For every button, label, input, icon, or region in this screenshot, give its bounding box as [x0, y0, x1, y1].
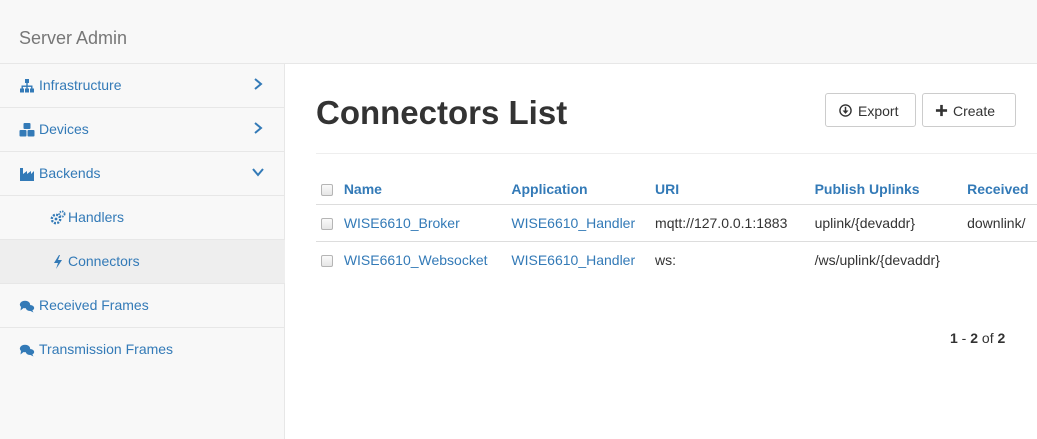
- column-header-name[interactable]: Name: [344, 174, 512, 204]
- sidebar-item-label: Handlers: [68, 209, 125, 225]
- cubes-icon: [19, 123, 35, 137]
- pager-separator: -: [957, 330, 971, 346]
- connectors-table: Name Application URI Publish Uplinks Rec…: [316, 174, 1037, 278]
- sidebar-item-label: Received Frames: [39, 297, 149, 313]
- bolt-icon: [54, 255, 62, 269]
- received-cell: downlink/: [967, 203, 1037, 241]
- uri-cell: ws:: [655, 240, 815, 278]
- row-checkbox[interactable]: [321, 255, 333, 268]
- column-header-application[interactable]: Application: [511, 174, 655, 204]
- row-checkbox[interactable]: [321, 217, 333, 230]
- column-header-uri[interactable]: URI: [655, 174, 815, 204]
- sidebar: Infrastructure Devices Backends Handlers…: [0, 64, 285, 439]
- sidebar-item-infrastructure[interactable]: Infrastructure: [0, 64, 285, 108]
- top-navbar: Server Admin: [0, 0, 1037, 64]
- sidebar-item-label: Backends: [39, 165, 101, 181]
- sidebar-item-transmission-frames[interactable]: Transmission Frames: [0, 328, 285, 372]
- download-circle-icon: [839, 104, 852, 117]
- connector-name-link[interactable]: WISE6610_Broker: [344, 215, 460, 231]
- title-divider: [316, 153, 1037, 154]
- pagination-info: 1 - 2 of 2: [950, 330, 1005, 346]
- cogs-icon: [50, 210, 66, 225]
- publish-uplinks-cell: uplink/{devaddr}: [814, 203, 968, 241]
- chevron-down-icon: [252, 168, 264, 177]
- table-row: WISE6610_Websocket WISE6610_Handler ws: …: [316, 240, 1037, 278]
- sidebar-item-received-frames[interactable]: Received Frames: [0, 284, 285, 328]
- chevron-right-icon: [254, 122, 263, 134]
- publish-uplinks-cell: /ws/uplink/{devaddr}: [814, 240, 968, 278]
- sidebar-item-backends[interactable]: Backends: [0, 152, 285, 196]
- pager-start: 1: [950, 330, 958, 346]
- sidebar-item-label: Infrastructure: [39, 77, 122, 93]
- sidebar-item-connectors[interactable]: Connectors: [0, 240, 285, 284]
- sidebar-item-label: Devices: [39, 121, 89, 137]
- app-brand[interactable]: Server Admin: [19, 28, 127, 49]
- main-content: Connectors List Export Create Name Appli…: [286, 64, 1037, 439]
- connector-name-link[interactable]: WISE6610_Websocket: [344, 252, 488, 268]
- select-all-checkbox[interactable]: [321, 184, 333, 197]
- sitemap-icon: [20, 79, 34, 93]
- column-header-received[interactable]: Received: [967, 174, 1037, 204]
- sidebar-item-devices[interactable]: Devices: [0, 108, 285, 152]
- plus-icon: [935, 104, 948, 117]
- pager-total: 2: [997, 330, 1006, 346]
- table-header-row: Name Application URI Publish Uplinks Rec…: [316, 174, 1037, 204]
- create-button[interactable]: Create: [922, 93, 1016, 127]
- received-cell: [967, 240, 1037, 278]
- page-title: Connectors List: [316, 94, 568, 131]
- comments-icon: [19, 344, 35, 357]
- column-header-publish-uplinks[interactable]: Publish Uplinks: [815, 174, 968, 204]
- application-link[interactable]: WISE6610_Handler: [511, 215, 635, 231]
- pager-end: 2: [970, 330, 979, 346]
- comments-icon: [19, 300, 35, 313]
- chevron-right-icon: [254, 78, 263, 90]
- table-row: WISE6610_Broker WISE6610_Handler mqtt://…: [316, 203, 1037, 241]
- export-button[interactable]: Export: [825, 93, 916, 127]
- export-button-label: Export: [858, 103, 899, 119]
- pager-of: of: [978, 330, 998, 346]
- sidebar-item-handlers[interactable]: Handlers: [0, 196, 285, 240]
- application-link[interactable]: WISE6610_Handler: [511, 252, 635, 268]
- sidebar-item-label: Connectors: [68, 253, 140, 269]
- uri-cell: mqtt://127.0.0.1:1883: [655, 203, 815, 241]
- industry-icon: [20, 168, 34, 181]
- sidebar-item-label: Transmission Frames: [39, 341, 174, 357]
- create-button-label: Create: [953, 103, 996, 119]
